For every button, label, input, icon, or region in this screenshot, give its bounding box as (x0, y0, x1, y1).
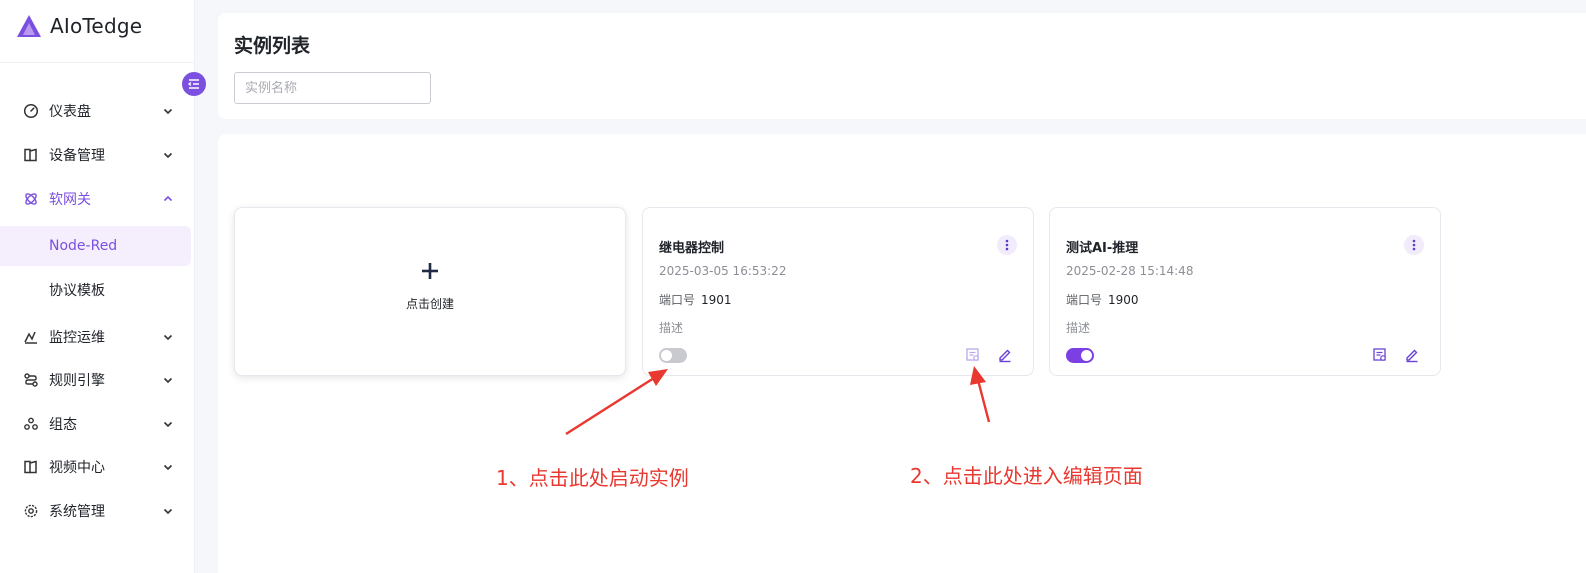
app-name: AIoTedge (50, 14, 143, 38)
sidebar-subitem-node-red[interactable]: Node-Red (0, 226, 191, 266)
search-input[interactable] (234, 72, 431, 104)
toggle-knob (661, 350, 672, 361)
plus-icon (422, 263, 438, 279)
edit-pencil-icon[interactable] (997, 347, 1013, 363)
sidebar-item-system[interactable]: 系统管理 (0, 491, 195, 531)
instance-description-label: 描述 (659, 321, 684, 335)
chevron-down-icon (163, 334, 173, 341)
sidebar-item-gateway[interactable]: 软网关 (0, 179, 195, 219)
sidebar-item-configuration[interactable]: 组态 (0, 404, 195, 444)
gauge-icon (23, 103, 39, 119)
sidebar-item-video[interactable]: 视频中心 (0, 447, 195, 487)
chevron-down-icon (163, 421, 173, 428)
instance-port: 端口号 1900 (1066, 291, 1139, 308)
page-title: 实例列表 (234, 35, 311, 57)
collapse-menu-icon (187, 79, 199, 89)
sidebar-item-label: 设备管理 (49, 148, 105, 164)
instance-run-toggle[interactable] (659, 348, 687, 363)
instance-description-label: 描述 (1066, 321, 1091, 335)
sidebar-subitem-label: 协议模板 (49, 283, 105, 299)
edit-pencil-icon[interactable] (1404, 347, 1420, 363)
sidebar-subitem-label: Node-Red (49, 238, 118, 254)
instance-created-time: 2025-02-28 15:14:48 (1066, 264, 1194, 278)
configuration-icon (24, 417, 38, 430)
sidebar: AIoTedge 仪表盘 设备管理 软网关 Node-Red 协议模板 监控运维… (0, 0, 195, 573)
more-actions-button[interactable] (1404, 235, 1424, 255)
sidebar-item-label: 规则引擎 (49, 373, 105, 389)
monitor-icon (24, 331, 37, 344)
open-editor-icon[interactable] (1372, 347, 1388, 363)
port-label: 端口号 (659, 293, 696, 307)
sidebar-item-devices[interactable]: 设备管理 (0, 135, 195, 175)
create-instance-card[interactable]: 点击创建 (234, 207, 626, 376)
settings-icon (24, 504, 38, 518)
toggle-knob (1081, 350, 1092, 361)
instance-name: 测试AI-推理 (1066, 241, 1139, 256)
instance-name: 继电器控制 (659, 241, 725, 256)
sidebar-item-label: 视频中心 (49, 460, 105, 476)
kebab-menu-icon (1412, 239, 1416, 251)
chevron-down-icon (163, 464, 173, 471)
more-actions-button[interactable] (997, 235, 1017, 255)
sidebar-item-label: 系统管理 (49, 504, 105, 520)
create-instance-label: 点击创建 (405, 297, 454, 311)
sidebar-item-label: 软网关 (49, 192, 91, 208)
sidebar-subitem-protocol-template[interactable]: 协议模板 (0, 270, 191, 310)
kebab-menu-icon (1005, 239, 1009, 251)
logo-icon (17, 15, 41, 37)
instance-run-toggle[interactable] (1066, 348, 1094, 363)
annotation-start-instance: 1、点击此处启动实例 (496, 466, 689, 490)
divider (0, 62, 195, 63)
device-icon (24, 148, 37, 162)
header-panel: 实例列表 (218, 13, 1586, 119)
chevron-down-icon (163, 377, 173, 384)
sidebar-collapse-button[interactable] (182, 72, 206, 96)
sidebar-item-label: 组态 (49, 417, 77, 433)
chevron-up-icon (163, 195, 173, 202)
sidebar-item-rule-engine[interactable]: 规则引擎 (0, 360, 195, 400)
instance-created-time: 2025-03-05 16:53:22 (659, 264, 787, 278)
instance-port: 端口号 1901 (659, 291, 732, 308)
instance-card: 继电器控制 2025-03-05 16:53:22 端口号 1901 描述 (642, 207, 1034, 376)
port-value: 1901 (701, 293, 732, 307)
chevron-down-icon (163, 152, 173, 159)
chevron-down-icon (163, 108, 173, 115)
instance-card: 测试AI-推理 2025-02-28 15:14:48 端口号 1900 描述 (1049, 207, 1441, 376)
sidebar-item-label: 监控运维 (49, 330, 105, 346)
open-editor-icon[interactable] (965, 347, 981, 363)
gateway-icon (25, 193, 37, 205)
sidebar-item-label: 仪表盘 (49, 104, 91, 120)
chevron-down-icon (163, 508, 173, 515)
sidebar-item-dashboard[interactable]: 仪表盘 (0, 91, 195, 131)
annotation-enter-editor: 2、点击此处进入编辑页面 (910, 464, 1143, 488)
app-logo[interactable]: AIoTedge (16, 12, 142, 40)
port-value: 1900 (1108, 293, 1139, 307)
port-label: 端口号 (1066, 293, 1103, 307)
rule-engine-icon (24, 373, 38, 387)
sidebar-item-monitoring[interactable]: 监控运维 (0, 317, 195, 357)
video-icon (24, 460, 37, 474)
